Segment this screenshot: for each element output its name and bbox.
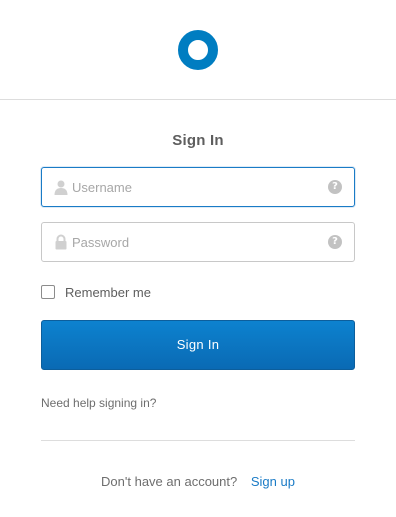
- remember-me[interactable]: Remember me: [41, 284, 151, 300]
- question-circle-icon[interactable]: ?: [328, 235, 342, 249]
- header: [0, 0, 396, 100]
- username-input[interactable]: [72, 168, 322, 206]
- password-field[interactable]: ?: [41, 222, 355, 262]
- sign-in-button[interactable]: Sign In: [41, 320, 355, 370]
- divider: [41, 440, 355, 441]
- signup-prompt: Don't have an account?: [101, 474, 238, 489]
- okta-ring-logo-icon: [178, 30, 218, 70]
- remember-me-label: Remember me: [65, 284, 151, 300]
- lock-icon: [55, 234, 67, 250]
- need-help-link[interactable]: Need help signing in?: [41, 396, 156, 410]
- password-input[interactable]: [72, 223, 322, 261]
- sign-up-link[interactable]: Sign up: [251, 474, 295, 489]
- username-field[interactable]: ?: [41, 167, 355, 207]
- person-icon: [54, 180, 68, 195]
- page-title: Sign In: [172, 132, 224, 149]
- question-circle-icon[interactable]: ?: [328, 180, 342, 194]
- signup-row: Don't have an account? Sign up: [0, 474, 396, 489]
- remember-me-checkbox[interactable]: [41, 285, 55, 299]
